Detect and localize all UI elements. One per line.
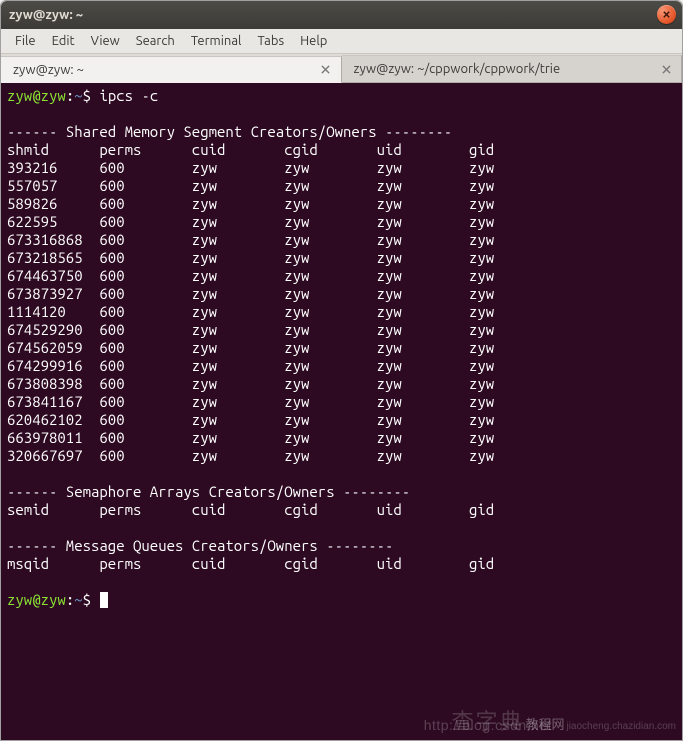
prompt-path: ~ bbox=[74, 87, 82, 104]
terminal-tab-1[interactable]: zyw@zyw: ~/cppwork/cppwork/trie bbox=[342, 55, 683, 82]
window-close-button[interactable] bbox=[657, 5, 676, 24]
watermark-logo: 查字典教程网jiaocheng.chazidian.com bbox=[451, 713, 676, 736]
menu-help[interactable]: Help bbox=[292, 31, 335, 51]
prompt-userhost: zyw@zyw bbox=[7, 87, 66, 104]
window-title: zyw@zyw: ~ bbox=[9, 8, 83, 22]
terminal-cursor bbox=[100, 592, 108, 608]
terminal-tab-0[interactable]: zyw@zyw: ~ bbox=[1, 56, 342, 83]
menu-file[interactable]: File bbox=[7, 31, 44, 51]
menu-search[interactable]: Search bbox=[128, 31, 183, 51]
menu-edit[interactable]: Edit bbox=[44, 31, 83, 51]
terminal-output[interactable]: zyw@zyw:~$ ipcs -c ------ Shared Memory … bbox=[1, 83, 682, 740]
tab-label: zyw@zyw: ~/cppwork/cppwork/trie bbox=[354, 62, 561, 76]
close-icon bbox=[662, 10, 671, 19]
tab-label: zyw@zyw: ~ bbox=[13, 63, 84, 77]
command-text: ipcs -c bbox=[99, 87, 158, 104]
window-titlebar: zyw@zyw: ~ bbox=[1, 1, 682, 29]
menubar: FileEditViewSearchTerminalTabsHelp bbox=[1, 29, 682, 54]
menu-terminal[interactable]: Terminal bbox=[183, 31, 250, 51]
tab-close-icon[interactable] bbox=[659, 62, 673, 76]
tabbar: zyw@zyw: ~ zyw@zyw: ~/cppwork/cppwork/tri… bbox=[1, 54, 682, 83]
menu-view[interactable]: View bbox=[83, 31, 128, 51]
tab-close-icon[interactable] bbox=[319, 63, 333, 77]
menu-tabs[interactable]: Tabs bbox=[249, 31, 292, 51]
